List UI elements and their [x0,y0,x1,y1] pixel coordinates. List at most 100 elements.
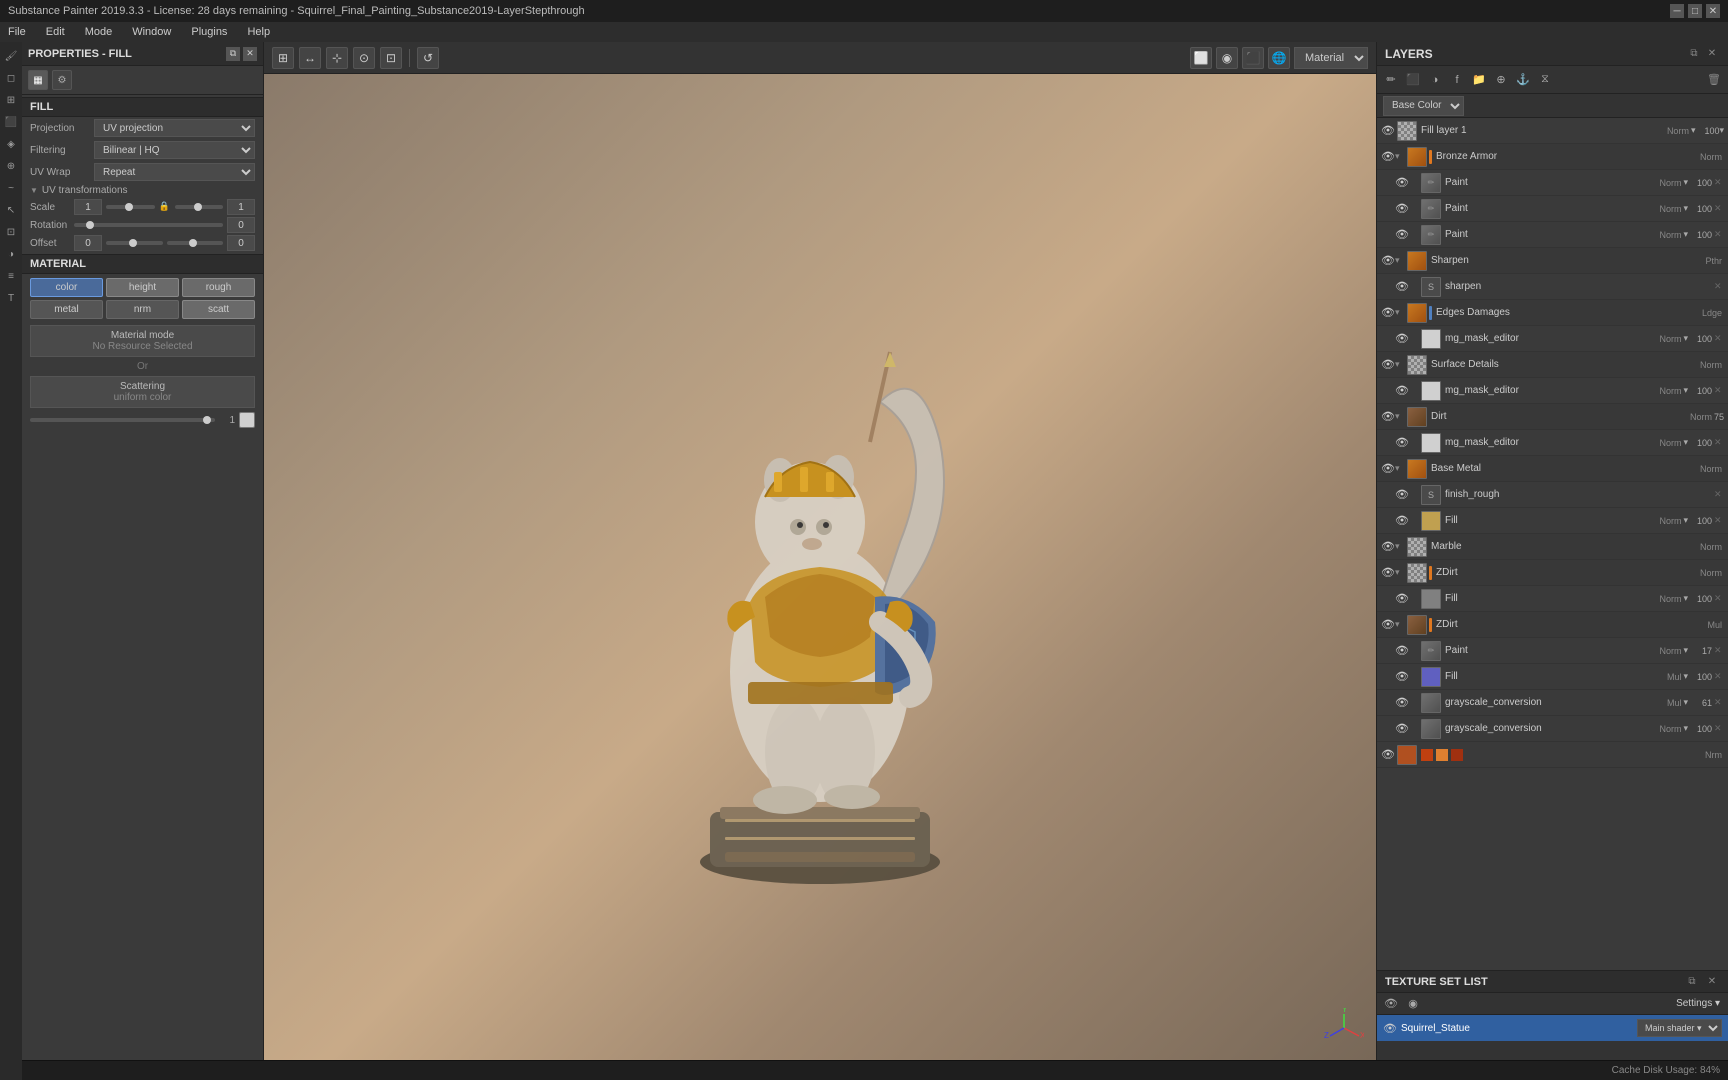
layer-eye[interactable]: 👁 [1395,592,1409,606]
ts-float-btn[interactable]: ⧉ [1684,974,1700,990]
uv-transformations-header[interactable]: ▼ UV transformations [22,183,263,198]
tool-paint[interactable]: 🖌 [1,46,21,66]
layer-del[interactable]: ✕ [1714,697,1724,708]
viewport-mode-env[interactable]: 🌐 [1268,47,1290,69]
layer-marble[interactable]: 👁 ▾ Marble Norm [1377,534,1728,560]
expand-icon[interactable]: ▾ [1395,255,1405,266]
filtering-select[interactable]: Bilinear | HQ [94,141,255,159]
mat-btn-scatt[interactable]: scatt [182,300,255,319]
offset-slider-2[interactable] [167,241,224,245]
layer-del[interactable]: ✕ [1714,723,1724,734]
projection-select[interactable]: UV projection [94,119,255,137]
layer-tool-mask[interactable]: ◑ [1425,70,1445,90]
expand-icon[interactable]: ▾ [1395,359,1405,370]
layer-del[interactable]: ✕ [1714,177,1724,188]
layer-eye[interactable]: 👁 [1381,618,1395,632]
layer-tool-instance[interactable]: ⊕ [1491,70,1511,90]
layer-paint-2[interactable]: 👁 ✏ Paint Norm ▾ 100 ✕ [1377,196,1728,222]
viewport-mode-split[interactable]: ⬛ [1242,47,1264,69]
ts-eye2-btn[interactable]: ◉ [1403,994,1423,1014]
scattering-slider[interactable] [30,418,215,422]
layer-zdirt-2[interactable]: 👁 ▾ ZDirt Mul [1377,612,1728,638]
panel-float-btn[interactable]: ⧉ [226,47,240,61]
toolbar-undo-btn[interactable]: ↺ [417,47,439,69]
layer-del[interactable]: ✕ [1714,671,1724,682]
layer-eye[interactable]: 👁 [1381,254,1395,268]
layer-del[interactable]: ✕ [1714,281,1724,292]
layer-fill-mul[interactable]: 👁 Fill Mul ▾ 100 ✕ [1377,664,1728,690]
ts-settings-btn[interactable]: Settings ▾ [1676,998,1720,1009]
mat-btn-metal[interactable]: metal [30,300,103,319]
mat-btn-color[interactable]: color [30,278,103,297]
layer-del[interactable]: ✕ [1714,593,1724,604]
ts-item-eye[interactable]: 👁 [1383,1021,1397,1035]
layer-eye[interactable]: 👁 [1395,644,1409,658]
layer-eye[interactable]: 👁 [1395,722,1409,736]
mat-btn-rough[interactable]: rough [182,278,255,297]
layer-tool-paint[interactable]: ✏ [1381,70,1401,90]
layer-finish-rough[interactable]: 👁 S finish_rough ✕ [1377,482,1728,508]
menu-help[interactable]: Help [243,26,274,38]
layer-tool-group[interactable]: 📁 [1469,70,1489,90]
layer-eye[interactable]: 👁 [1395,228,1409,242]
maximize-button[interactable]: □ [1688,4,1702,18]
menu-window[interactable]: Window [128,26,175,38]
tool-smudge[interactable]: ~ [1,178,21,198]
layer-del[interactable]: ✕ [1714,515,1724,526]
layer-eye[interactable]: 👁 [1395,514,1409,528]
layer-eye[interactable]: 👁 [1395,670,1409,684]
tool-fill[interactable]: ⬛ [1,112,21,132]
offset-input-2[interactable] [227,235,255,251]
menu-edit[interactable]: Edit [42,26,69,38]
offset-input-1[interactable] [74,235,102,251]
layer-paint-1[interactable]: 👁 ✏ Paint Norm ▾ 100 ✕ [1377,170,1728,196]
rotation-input[interactable] [227,217,255,233]
toolbar-transform-btn[interactable]: ↔ [299,47,321,69]
layer-paint-3[interactable]: 👁 ✏ Paint Norm ▾ 100 ✕ [1377,222,1728,248]
expand-icon[interactable]: ▾ [1395,567,1405,578]
panel-close-btn[interactable]: ✕ [243,47,257,61]
expand-icon[interactable]: ▾ [1395,411,1405,422]
toolbar-grid-btn[interactable]: ⊞ [272,47,294,69]
tool-material[interactable]: ◈ [1,134,21,154]
layer-eye[interactable]: 👁 [1381,306,1395,320]
layer-tool-anchor[interactable]: ⚓ [1513,70,1533,90]
scattering-box[interactable]: Scattering uniform color [30,376,255,408]
scale-input-2[interactable] [227,199,255,215]
layer-eye[interactable]: 👁 [1381,150,1395,164]
layer-eye[interactable]: 👁 [1395,696,1409,710]
layer-bronze-armor[interactable]: 👁 ▾ Bronze Armor Norm [1377,144,1728,170]
layer-fill-3[interactable]: 👁 Fill Norm ▾ 100 ✕ [1377,586,1728,612]
layer-grayscale-1[interactable]: 👁 grayscale_conversion Mul ▾ 61 ✕ [1377,690,1728,716]
ts-shader-dropdown[interactable]: Main shader ▾ [1637,1019,1722,1037]
expand-icon[interactable]: ▾ [1395,307,1405,318]
layer-eye[interactable]: 👁 [1381,748,1395,762]
prop-tab-fill[interactable]: ▦ [28,70,48,90]
layer-del[interactable]: ✕ [1714,489,1724,500]
layer-dirt[interactable]: 👁 ▾ Dirt Norm 75 [1377,404,1728,430]
layer-extra[interactable]: 👁 Nrm [1377,742,1728,768]
layers-close-btn[interactable]: ✕ [1704,46,1720,62]
tool-text[interactable]: T [1,288,21,308]
layer-del[interactable]: ✕ [1714,203,1724,214]
expand-icon[interactable]: ▾ [1395,541,1405,552]
prop-tab-settings[interactable]: ⚙ [52,70,72,90]
tool-mask[interactable]: ◑ [1,244,21,264]
toolbar-snap-btn[interactable]: ⊹ [326,47,348,69]
layer-tool-fill[interactable]: ⬛ [1403,70,1423,90]
scale-slider-2[interactable] [175,205,224,209]
layers-float-btn[interactable]: ⧉ [1686,46,1702,62]
tool-layers[interactable]: ≡ [1,266,21,286]
viewport-mode-2d[interactable]: ⬜ [1190,47,1212,69]
layer-eye[interactable]: 👁 [1395,436,1409,450]
layer-paint-4[interactable]: 👁 ✏ Paint Norm ▾ 17 ✕ [1377,638,1728,664]
layer-tool-filter[interactable]: ⧖ [1535,70,1555,90]
layer-fill-1[interactable]: 👁 Fill layer 1 Norm ▾ 100 ▾ [1377,118,1728,144]
layer-del[interactable]: ✕ [1714,385,1724,396]
layer-eye[interactable]: 👁 [1395,384,1409,398]
material-mode-box[interactable]: Material mode No Resource Selected [30,325,255,357]
layer-eye[interactable]: 👁 [1381,410,1395,424]
tool-projection[interactable]: ⊞ [1,90,21,110]
tool-eraser[interactable]: ◻ [1,68,21,88]
texture-set-item[interactable]: 👁 Squirrel_Statue Main shader ▾ [1377,1015,1728,1041]
